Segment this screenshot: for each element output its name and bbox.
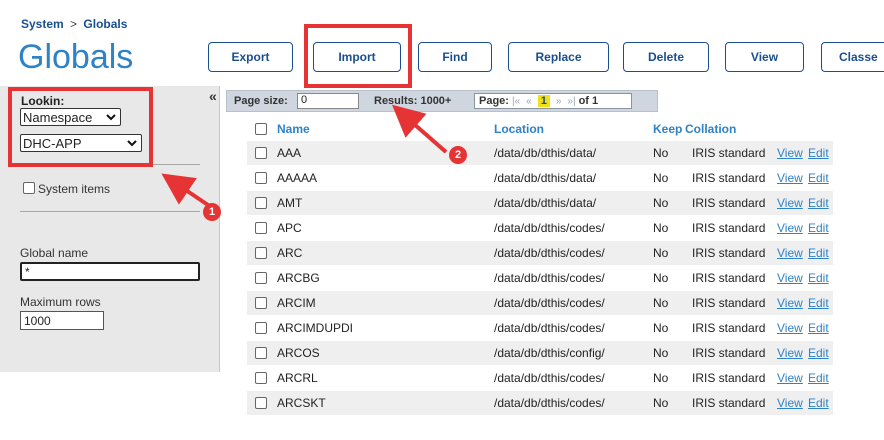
callout-badge-2: 2 xyxy=(449,146,467,164)
arrow-to-import xyxy=(391,104,448,154)
callout-badge-1: 1 xyxy=(203,203,221,221)
arrow-to-lookin xyxy=(161,173,210,207)
annotation-arrows xyxy=(161,104,448,207)
